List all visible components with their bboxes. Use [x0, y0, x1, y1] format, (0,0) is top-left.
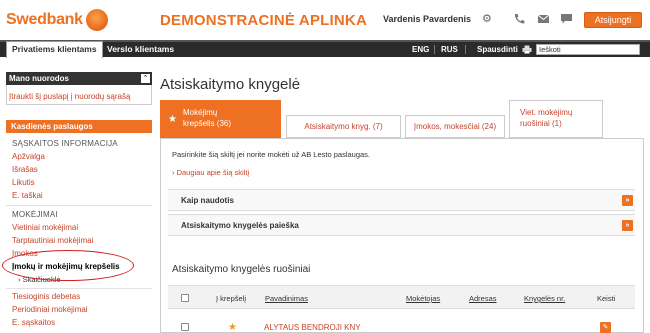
row-name-link[interactable]: ALYTAUS BENDROJI KNY — [264, 323, 361, 332]
tab-payment-basket-label: Mokėjimų krepšelis (36) — [183, 107, 231, 129]
sidebar-item-statement[interactable]: Išrašas — [12, 165, 38, 174]
mail-icon[interactable] — [537, 13, 550, 25]
tab-bar: ★ Mokėjimų krepšelis (36) Atsiskaitymo k… — [160, 100, 644, 138]
brand-name: Swedbank — [6, 11, 83, 28]
lang-eng-link[interactable]: ENG — [412, 42, 429, 57]
sidebar-item-overview[interactable]: Apžvalga — [12, 152, 45, 161]
sidebar-item-local-payments[interactable]: Vietiniai mokėjimai — [12, 223, 78, 232]
tab-line: Mokėjimų — [183, 108, 218, 117]
tab-contributions-fees[interactable]: Įmokos, mokesčiai (24) — [405, 115, 505, 138]
gear-icon[interactable]: ⚙ — [482, 14, 493, 25]
user-name: Vardenis Pavardenis — [383, 14, 472, 24]
nav-divider — [434, 45, 435, 54]
tab-local-payment-drafts[interactable]: Viet. mokėjimų ruošiniai (1) — [509, 100, 603, 138]
collapse-icon[interactable]: ⌃ — [141, 74, 150, 83]
star-icon[interactable]: ★ — [228, 322, 237, 333]
lang-rus-link[interactable]: RUS — [441, 42, 458, 57]
payments-section-title: MOKĖJIMAI — [12, 210, 58, 219]
tab-payment-basket[interactable]: ★ Mokėjimų krepšelis (36) — [160, 100, 281, 138]
select-all-checkbox[interactable] — [181, 294, 189, 302]
chat-icon[interactable] — [560, 13, 573, 25]
col-name[interactable]: Pavadinimas — [265, 294, 308, 303]
accordion-book-search[interactable]: Atsiskaitymo knygelės paieška » — [168, 214, 635, 236]
col-book-no[interactable]: Knygelės nr. — [524, 294, 565, 303]
tab-settlement-book[interactable]: Atsiskaitymo knyg. (7) — [286, 115, 401, 138]
page-title: Atsiskaitymo knygelė — [160, 76, 301, 93]
sidebar-item-international-payments[interactable]: Tarptautiniai mokėjimai — [12, 236, 93, 245]
accounts-section-title: SĄSKAITOS INFORMACIJA — [12, 139, 118, 148]
tab-drafts-label: Viet. mokėjimų ruošiniai (1) — [520, 107, 572, 129]
accordion-label: Atsiskaitymo knygelės paieška — [181, 221, 299, 230]
col-payer[interactable]: Mokėtojas — [406, 294, 440, 303]
print-link[interactable]: Spausdinti — [477, 42, 518, 57]
row-checkbox[interactable] — [181, 323, 189, 331]
sidebar-item-balance[interactable]: Likutis — [12, 178, 35, 187]
sidebar-item-einvoices[interactable]: E. sąskaitos — [12, 318, 55, 327]
more-info-link[interactable]: › Daugiau apie šią skiltį — [172, 168, 249, 177]
chevron-down-icon[interactable]: » — [622, 220, 633, 231]
daily-services-header[interactable]: Kasdienės paslaugos — [6, 120, 152, 133]
tab-line: krepšelis (36) — [183, 119, 232, 128]
chevron-down-icon[interactable]: » — [622, 195, 633, 206]
tab-private-clients[interactable]: Privatiems klientams — [6, 41, 103, 58]
add-shortcut-link[interactable]: Įtraukti šį puslapį į nuorodų sąrašą — [9, 92, 130, 101]
shortcuts-header[interactable]: Mano nuorodos ⌃ — [6, 72, 152, 85]
search-input[interactable] — [536, 44, 640, 55]
sidebar-item-periodic-payments[interactable]: Periodiniai mokėjimai — [12, 305, 88, 314]
col-edit: Keisti — [597, 294, 616, 303]
tab-line: ruošiniai (1) — [520, 119, 562, 128]
sidebar-divider — [6, 205, 152, 206]
drafts-section-title: Atsiskaitymo knygelės ruošiniai — [172, 264, 311, 275]
col-basket: Į krepšelį — [216, 294, 247, 303]
tab-line: Viet. mokėjimų — [520, 108, 573, 117]
sidebar-divider — [6, 288, 152, 289]
table-header: Į krepšelį Pavadinimas Mokėtojas Adresas… — [168, 285, 635, 309]
shortcuts-title: Mano nuorodos — [9, 74, 69, 83]
tab-business-clients[interactable]: Verslo klientams — [102, 42, 179, 57]
logout-button[interactable]: Atsijungti — [584, 12, 642, 28]
swedbank-logo[interactable]: Swedbank — [6, 9, 108, 31]
nav-divider — [465, 45, 466, 54]
accordion-label: Kaip naudotis — [181, 196, 234, 205]
top-navbar: Privatiems klientams Verslo klientams EN… — [0, 40, 650, 58]
page-header: Swedbank DEMONSTRACINĖ APLINKA Vardenis … — [0, 0, 650, 40]
sidebar-item-epoints[interactable]: E. taškai — [12, 191, 43, 200]
col-address[interactable]: Adresas — [469, 294, 497, 303]
pencil-icon[interactable]: ✎ — [600, 322, 611, 333]
sun-logo-icon — [85, 9, 108, 31]
highlight-ellipse — [2, 250, 134, 281]
intro-text: Pasirinkite šią skiltį jei norite mokėti… — [172, 150, 371, 159]
environment-title: DEMONSTRACINĖ APLINKA — [160, 12, 367, 29]
star-icon: ★ — [168, 114, 177, 125]
sidebar-item-direct-debit[interactable]: Tiesioginis debetas — [12, 292, 80, 301]
accordion-how-to-use[interactable]: Kaip naudotis » — [168, 189, 635, 211]
print-icon[interactable] — [522, 45, 532, 54]
phone-icon[interactable] — [513, 13, 526, 25]
